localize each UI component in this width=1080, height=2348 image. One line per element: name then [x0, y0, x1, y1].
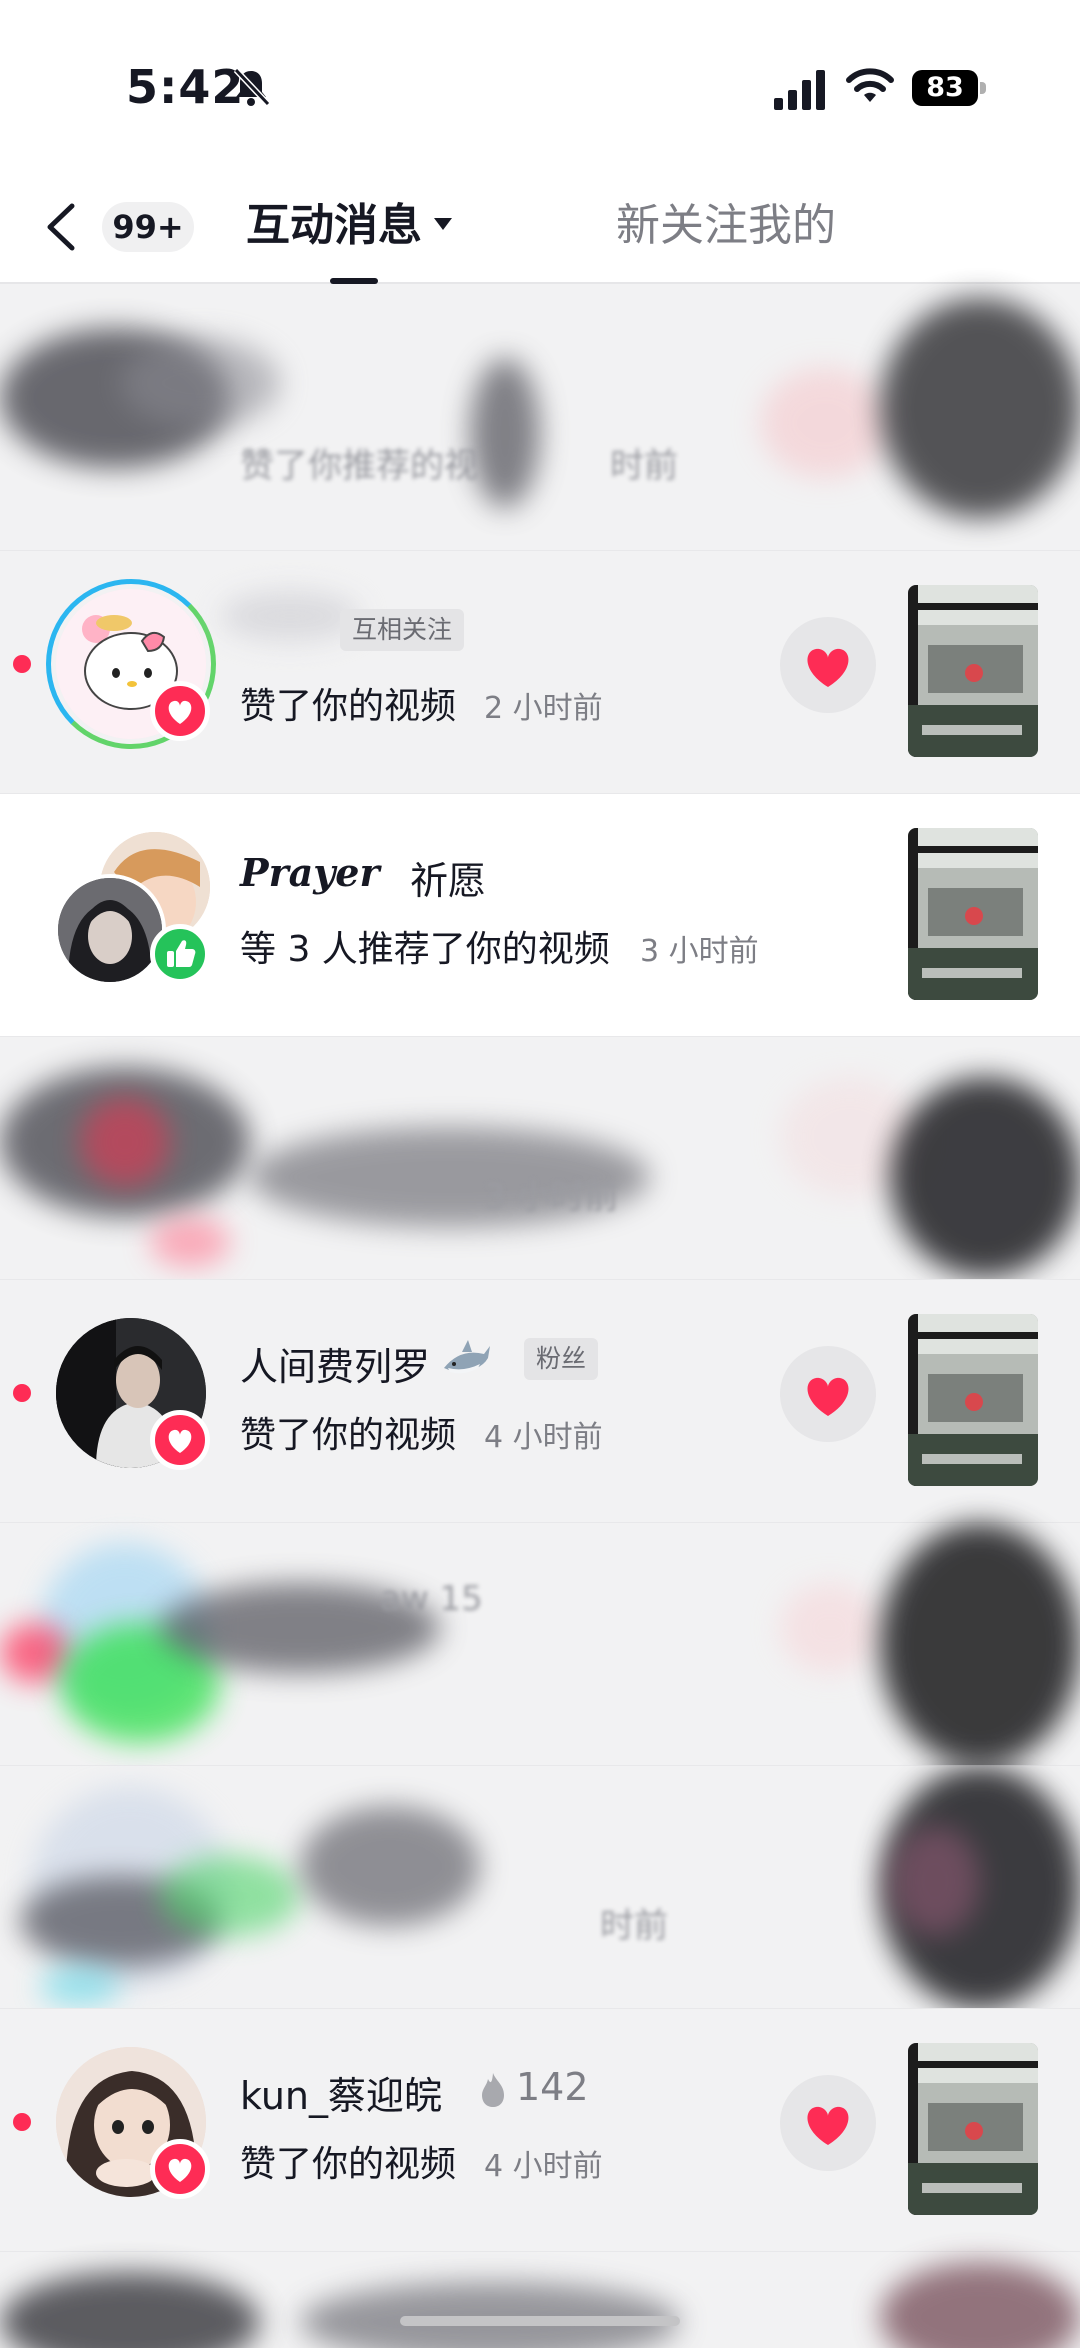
tab-interactions[interactable]: 互动消息	[246, 196, 422, 256]
chevron-left-icon[interactable]	[40, 200, 84, 254]
thumb-badge-icon	[150, 924, 210, 984]
video-thumbnail[interactable]	[908, 2043, 1038, 2215]
action-text: 赞了你的视频	[240, 686, 457, 727]
time-text: 3 小时前	[640, 934, 759, 969]
unread-dot	[13, 655, 31, 673]
like-back-button[interactable]	[780, 1346, 876, 1442]
heart-icon	[807, 648, 849, 687]
video-thumbnail[interactable]	[908, 828, 1038, 1000]
status-bar: 5:42 83	[0, 0, 1080, 170]
active-tab-indicator	[330, 278, 378, 284]
time-text: 3 小时前	[484, 1177, 619, 1217]
video-thumbnail-image	[908, 1314, 1038, 1486]
action-text: 赞了你的视频	[240, 1415, 457, 1456]
video-thumbnail-image	[908, 585, 1038, 757]
list-item[interactable]: 时前	[0, 1766, 1080, 2009]
list-item[interactable]	[0, 2252, 1080, 2348]
cellular-signal-icon	[774, 70, 825, 110]
battery-icon: 83	[912, 70, 986, 106]
list-item[interactable]: 3 小时前	[0, 1037, 1080, 1280]
video-thumbnail-image	[908, 2043, 1038, 2215]
video-thumbnail[interactable]	[908, 585, 1038, 757]
video-thumbnail-image	[908, 828, 1038, 1000]
list-item[interactable]: Prayer 祈愿 等 3 人推荐了你的视频 3 小时前	[0, 794, 1080, 1037]
time-text: 4 小时前	[484, 1420, 603, 1455]
list-item[interactable]: 人间费列罗 粉丝 赞了你的视频 4 小时前	[0, 1280, 1080, 1523]
user-name[interactable]: 祈愿	[410, 850, 486, 905]
bell-mute-icon	[233, 67, 271, 107]
avatar[interactable]	[54, 874, 166, 986]
user-name[interactable]: kun_蔡迎皖	[240, 2065, 442, 2120]
time-text: 时前	[610, 446, 678, 486]
heart-badge-icon	[150, 681, 210, 741]
user-name[interactable]: 人间费列罗	[240, 1336, 430, 1391]
action-text: 等 3 人推荐了你的视频	[240, 929, 610, 970]
mutual-follow-tag: 互相关注	[340, 609, 465, 651]
flame-icon	[482, 2073, 504, 2107]
video-thumbnail[interactable]	[908, 1314, 1038, 1486]
unread-dot	[13, 2113, 31, 2131]
home-indicator[interactable]	[400, 2316, 680, 2326]
time-text: 4 小时前	[484, 2149, 603, 2184]
list-item[interactable]: aw 15	[0, 1523, 1080, 1766]
list-item[interactable]: 赞了你推荐的视 时前	[0, 298, 1080, 551]
time-text: 2 小时前	[484, 691, 603, 726]
fan-tag: 粉丝	[524, 1338, 599, 1380]
user-name: aw 15	[380, 1579, 483, 1619]
heart-icon	[807, 2106, 849, 2145]
shark-emoji-icon	[444, 1340, 490, 1374]
unread-count-badge[interactable]: 99+	[102, 202, 194, 252]
unread-dot	[13, 1384, 31, 1402]
list-item[interactable]: kun_蔡迎皖 142 赞了你的视频 4 小时前	[0, 2009, 1080, 2252]
like-back-button[interactable]	[780, 2075, 876, 2171]
tab-new-followers[interactable]: 新关注我的	[616, 196, 836, 256]
like-back-button[interactable]	[780, 617, 876, 713]
action-text: 赞了你的视频	[240, 2144, 457, 2185]
heart-icon	[807, 1377, 849, 1416]
battery-level: 83	[912, 70, 978, 106]
list-item[interactable]: 互相关注 赞了你的视频 2 小时前	[0, 551, 1080, 794]
top-nav: 99+ 互动消息 新关注我的	[0, 170, 1080, 284]
fire-score: 142	[516, 2065, 589, 2109]
heart-badge-icon	[150, 1410, 210, 1470]
heart-badge-icon	[150, 2139, 210, 2199]
user-name-script[interactable]: Prayer	[240, 850, 380, 895]
time-text: 时前	[600, 1906, 668, 1946]
action-text: 赞了你推荐的视	[240, 446, 478, 486]
caret-down-icon[interactable]	[432, 216, 454, 232]
wifi-icon	[846, 68, 894, 102]
clock: 5:42	[126, 60, 245, 114]
